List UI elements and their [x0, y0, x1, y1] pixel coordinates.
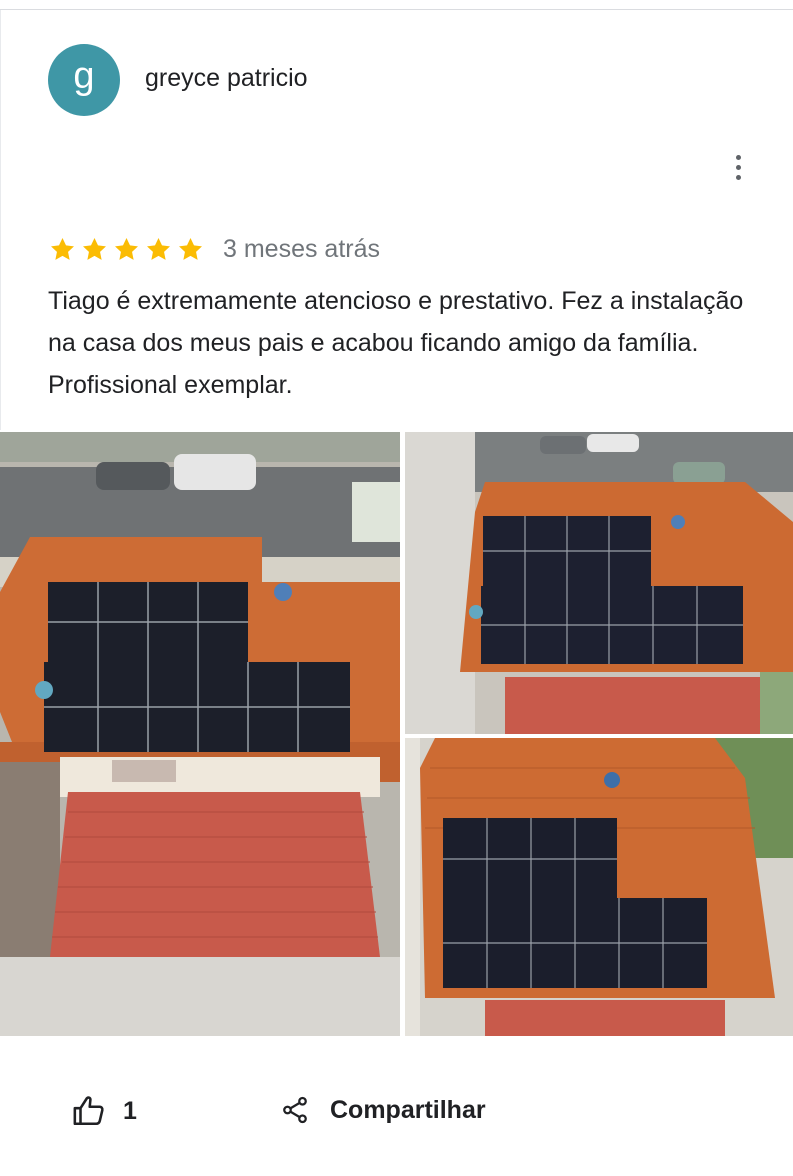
star-icon — [147, 237, 170, 260]
share-label: Compartilhar — [330, 1095, 486, 1124]
star-icon — [115, 237, 138, 260]
like-button[interactable]: 1 — [72, 1094, 137, 1128]
photo-rooftop-solar-3[interactable] — [405, 738, 793, 1036]
star-icon — [51, 237, 74, 260]
like-count: 1 — [123, 1096, 137, 1125]
top-divider — [0, 9, 793, 10]
star-icon — [83, 237, 106, 260]
review-time: 3 meses atrás — [223, 234, 381, 263]
more-vert-icon[interactable] — [726, 152, 750, 182]
rating-row: 3 meses atrás — [48, 233, 380, 265]
thumbs-up-icon — [73, 1096, 104, 1126]
photo-rooftop-solar-1[interactable] — [0, 432, 400, 1036]
star-icon — [179, 237, 202, 260]
author-name[interactable]: greyce patricio — [145, 64, 308, 93]
avatar[interactable]: g — [48, 44, 120, 116]
review-text: Tiago é extremamente atencioso e prestat… — [48, 287, 744, 399]
card-edge — [0, 10, 1, 430]
photo-rooftop-solar-2[interactable] — [405, 432, 793, 734]
avatar-letter: g — [73, 55, 95, 97]
star-rating — [48, 235, 205, 264]
review-actions: 1 Compartilhar — [0, 1090, 793, 1134]
photo-grid — [0, 432, 793, 1036]
share-icon — [283, 1096, 307, 1124]
share-button[interactable]: Compartilhar — [280, 1094, 486, 1126]
